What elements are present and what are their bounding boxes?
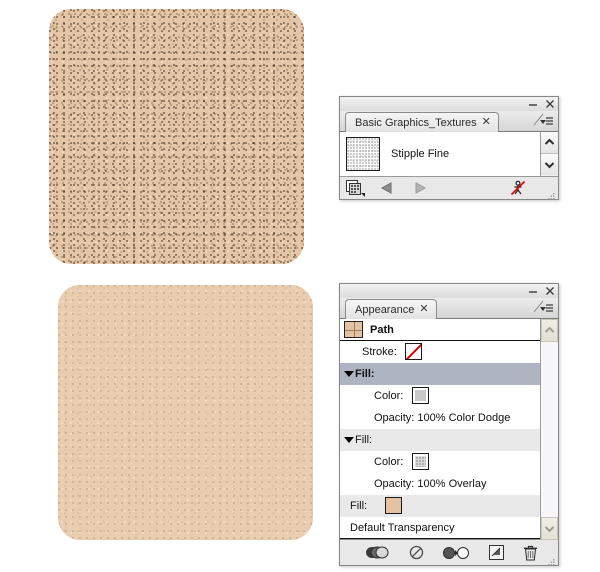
clear-appearance-icon[interactable] xyxy=(409,545,424,560)
artwork-stipple-square[interactable] xyxy=(49,9,304,264)
opacity-label: Opacity: 100% Color Dodge xyxy=(340,412,510,424)
appearance-panel-titlebar xyxy=(340,284,558,298)
appearance-row-fill-3[interactable]: Fill: xyxy=(340,495,540,517)
close-icon[interactable] xyxy=(545,99,555,109)
stroke-none-swatch[interactable] xyxy=(405,343,422,360)
appearance-row-object[interactable]: Path xyxy=(340,319,540,341)
next-page-icon[interactable] xyxy=(414,182,448,194)
minimize-icon[interactable] xyxy=(528,286,538,296)
appearance-attribute-list[interactable]: Path Stroke: Fill: Color: Opacity: 100% … xyxy=(340,319,558,540)
symbol-libraries-menu-icon[interactable] xyxy=(346,180,380,197)
path-thumbnail-icon xyxy=(344,321,363,338)
textures-panel-footer[interactable] xyxy=(340,177,558,199)
panel-menu-icon[interactable] xyxy=(534,113,554,128)
close-icon[interactable] xyxy=(545,286,555,296)
symbol-library-list[interactable]: Stipple Fine xyxy=(340,132,558,177)
appearance-panel[interactable]: Appearance ✕ Path Stroke: xyxy=(339,283,559,566)
scroll-up-icon[interactable] xyxy=(541,319,558,342)
appearance-row-color-1[interactable]: Color: xyxy=(340,385,540,407)
duplicate-selected-item-icon[interactable] xyxy=(489,545,504,560)
tab-close-icon[interactable]: ✕ xyxy=(482,117,491,128)
break-link-to-symbol-icon[interactable] xyxy=(510,180,526,201)
chevron-down-icon[interactable] xyxy=(344,371,354,377)
appearance-tab-row: Appearance ✕ xyxy=(340,298,558,319)
appearance-row-fill-2[interactable]: Fill: xyxy=(340,429,540,451)
appearance-row-fill-1[interactable]: Fill: xyxy=(340,363,540,385)
opacity-label: Opacity: 100% Overlay xyxy=(340,478,487,490)
fill-label: Fill: xyxy=(355,368,375,380)
textures-panel-titlebar xyxy=(340,97,558,111)
appearance-row-opacity-2[interactable]: Opacity: 100% Overlay xyxy=(340,473,540,495)
appearance-rows[interactable]: Path Stroke: Fill: Color: Opacity: 100% … xyxy=(340,319,540,540)
tab-close-icon[interactable]: ✕ xyxy=(419,304,428,315)
object-type-label: Path xyxy=(370,324,394,336)
transparency-label: Default Transparency xyxy=(340,522,455,534)
soft-texture-layer xyxy=(58,285,313,540)
resize-grip[interactable] xyxy=(546,554,555,563)
appearance-panel-footer[interactable] xyxy=(340,540,558,565)
textures-tab-row: Basic Graphics_Textures ✕ xyxy=(340,111,558,132)
textures-scrollbar[interactable] xyxy=(540,132,558,176)
artwork-soft-square[interactable] xyxy=(58,285,313,540)
tab-label: Appearance xyxy=(355,304,414,316)
appearance-row-stroke[interactable]: Stroke: xyxy=(340,341,540,363)
appearance-row-transparency[interactable]: Default Transparency xyxy=(340,517,540,539)
textures-window-buttons xyxy=(528,97,555,111)
previous-page-icon[interactable] xyxy=(380,182,414,194)
appearance-scrollbar[interactable] xyxy=(540,319,558,540)
scroll-down-icon[interactable] xyxy=(541,517,558,540)
list-item[interactable]: Stipple Fine xyxy=(340,132,540,172)
reduce-to-basic-appearance-icon[interactable] xyxy=(443,546,469,560)
fill-label: Fill: xyxy=(355,434,372,446)
fill-swatch-tan[interactable] xyxy=(385,497,402,514)
symbol-list-area[interactable]: Stipple Fine xyxy=(340,132,540,176)
appearance-window-buttons xyxy=(528,284,555,298)
minimize-icon[interactable] xyxy=(528,99,538,109)
chevron-down-icon[interactable] xyxy=(344,437,354,443)
tab-appearance[interactable]: Appearance ✕ xyxy=(345,299,437,319)
appearance-row-opacity-1[interactable]: Opacity: 100% Color Dodge xyxy=(340,407,540,429)
tab-label: Basic Graphics_Textures xyxy=(355,117,477,129)
scroll-up-icon[interactable] xyxy=(541,132,558,154)
resize-grip[interactable] xyxy=(546,188,555,197)
appearance-row-color-2[interactable]: Color: xyxy=(340,451,540,473)
color-swatch-grey[interactable] xyxy=(412,387,429,404)
stipple-texture-layer-2 xyxy=(49,9,304,264)
delete-selected-item-icon[interactable] xyxy=(523,545,538,561)
color-swatch-stipple[interactable] xyxy=(412,453,429,470)
scroll-down-icon[interactable] xyxy=(541,154,558,175)
stipple-fine-swatch[interactable] xyxy=(346,137,380,171)
tab-basic-graphics-textures[interactable]: Basic Graphics_Textures ✕ xyxy=(345,112,499,132)
fill-label: Fill: xyxy=(340,500,367,512)
symbol-name-label: Stipple Fine xyxy=(391,148,449,160)
stroke-label: Stroke: xyxy=(340,346,397,358)
symbol-library-panel[interactable]: Basic Graphics_Textures ✕ Stipple Fine xyxy=(339,96,559,200)
panel-menu-icon[interactable] xyxy=(534,300,554,315)
color-label: Color: xyxy=(340,456,403,468)
color-label: Color: xyxy=(340,390,403,402)
new-art-has-basic-appearance-icon[interactable] xyxy=(364,546,390,559)
